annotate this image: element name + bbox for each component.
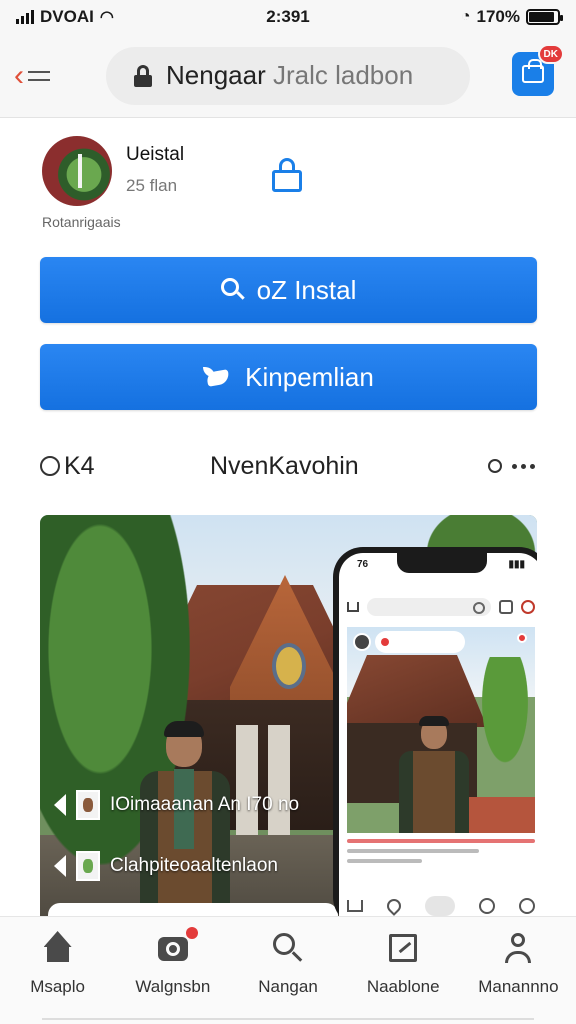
media-card[interactable]: IOimaaanan An I70 no Clahpiteoaaltenlaon… [40, 515, 537, 917]
app-badge: DK [537, 44, 564, 64]
thumbnail [76, 851, 100, 881]
circle-small-icon [488, 459, 502, 473]
search-icon [220, 278, 245, 302]
card-strip [48, 903, 338, 917]
notification-dot [517, 633, 527, 643]
home-icon [347, 900, 363, 912]
nav-label: Walgnsbn [135, 977, 211, 996]
status-bar: DVOAI ◠ 2:391 ◔ 170% [0, 0, 576, 34]
back-icon: ‹ [14, 58, 24, 92]
phone-mockup: 76 ▮▮▮ [333, 547, 537, 917]
nav-item-home[interactable]: Msaplo [0, 917, 115, 1024]
phone-image [347, 627, 535, 833]
phone-toolbar [347, 595, 535, 619]
document-icon [386, 931, 420, 965]
phone-nav [347, 891, 535, 917]
bag-icon [522, 59, 544, 83]
nav-item-profile[interactable]: Manannno [461, 917, 576, 1024]
profile-subtitle: 25 flan [126, 176, 178, 195]
share-label: Kinpemlian [245, 361, 374, 392]
bird-icon [203, 365, 233, 389]
profile-icon [521, 600, 535, 614]
phone-avatar [353, 633, 371, 651]
signal-icon [16, 10, 34, 24]
caption-text: IOimaaanan An I70 no [110, 794, 300, 815]
caption-chip[interactable]: IOimaaanan An I70 no [54, 790, 299, 820]
caption-text: Clahpiteoaaltenlaon [110, 855, 278, 876]
nav-label: Nangan [258, 977, 318, 996]
avatar[interactable] [42, 136, 112, 206]
arrow-left-icon [54, 855, 66, 877]
bottom-nav: Msaplo Walgnsbn Nangan Naablone Manannno [0, 916, 576, 1024]
app-icon[interactable]: DK [512, 44, 564, 96]
profile-caption: Rotanrigaais [42, 214, 121, 230]
tabs-icon [499, 600, 513, 614]
phone-time: 76 [357, 559, 369, 570]
phone-signal-icon: ▮▮▮ [508, 559, 525, 570]
browser-bar: ‹ Nengaar Jralc ladbon DK [0, 34, 576, 118]
home-icon [347, 602, 359, 612]
tabs-row: K4 NvenKavohin [40, 446, 537, 486]
phone-bubble [375, 631, 465, 653]
home-icon [41, 931, 75, 965]
circle-icon [479, 898, 495, 914]
back-button[interactable]: ‹ [14, 51, 74, 101]
tab-left[interactable]: K4 [40, 452, 95, 481]
lock-icon [134, 64, 152, 87]
nav-item-document[interactable]: Naablone [346, 917, 461, 1024]
install-button[interactable]: oZ Instal [40, 257, 537, 323]
tab-right[interactable] [488, 459, 535, 473]
home-indicator [42, 1018, 534, 1020]
phone-search-bar [367, 598, 491, 616]
profile-header: Ueistal 25 flan Rotanrigaais [42, 136, 542, 236]
column [268, 725, 290, 845]
menu-icon [28, 70, 50, 81]
nav-item-search[interactable]: Nangan [230, 917, 345, 1024]
battery-icon [526, 9, 563, 25]
tab-left-label: K4 [64, 451, 95, 480]
pill-icon [425, 896, 455, 916]
nav-label: Naablone [366, 977, 440, 996]
circle-icon [40, 456, 60, 476]
battery-percent: 170% [476, 7, 520, 26]
profile-name: Ueistal [126, 144, 185, 165]
camera-icon [156, 927, 198, 965]
phone-screen: 76 ▮▮▮ [339, 553, 537, 917]
search-icon [271, 931, 305, 965]
column [236, 725, 258, 845]
arrow-left-icon [54, 794, 66, 816]
alarm-icon: ◔ [460, 8, 471, 25]
heart-icon [384, 896, 404, 916]
nav-label: Manannno [478, 977, 559, 996]
profile-icon [501, 931, 535, 965]
phone-status: 76 ▮▮▮ [339, 559, 537, 570]
more-icon [512, 463, 535, 469]
share-icon[interactable] [270, 158, 304, 194]
tab-center[interactable]: NvenKavohin [210, 452, 359, 481]
status-right: ◔ 170% [360, 7, 563, 27]
url-host: Nengaar [166, 60, 266, 90]
share-button[interactable]: Kinpemlian [40, 344, 537, 410]
nav-item-camera[interactable]: Walgnsbn [115, 917, 230, 1024]
gable-ornament [272, 643, 306, 689]
phone-text-lines [347, 839, 535, 869]
url-path: Jralc ladbon [272, 60, 414, 90]
person [140, 721, 230, 917]
thumbnail [76, 790, 100, 820]
emoji-icon [519, 898, 535, 914]
status-time: 2:391 [266, 7, 310, 26]
battery-fill [529, 12, 555, 22]
caption-chip[interactable]: Clahpiteoaaltenlaon [54, 851, 278, 881]
carrier-label: DVOAI [40, 7, 94, 26]
install-label: oZ Instal [256, 274, 357, 305]
wifi-icon: ◠ [99, 9, 114, 26]
nav-label: Msaplo [30, 977, 85, 996]
address-bar[interactable]: Nengaar Jralc ladbon [106, 46, 470, 105]
status-left: DVOAI ◠ [16, 7, 216, 27]
